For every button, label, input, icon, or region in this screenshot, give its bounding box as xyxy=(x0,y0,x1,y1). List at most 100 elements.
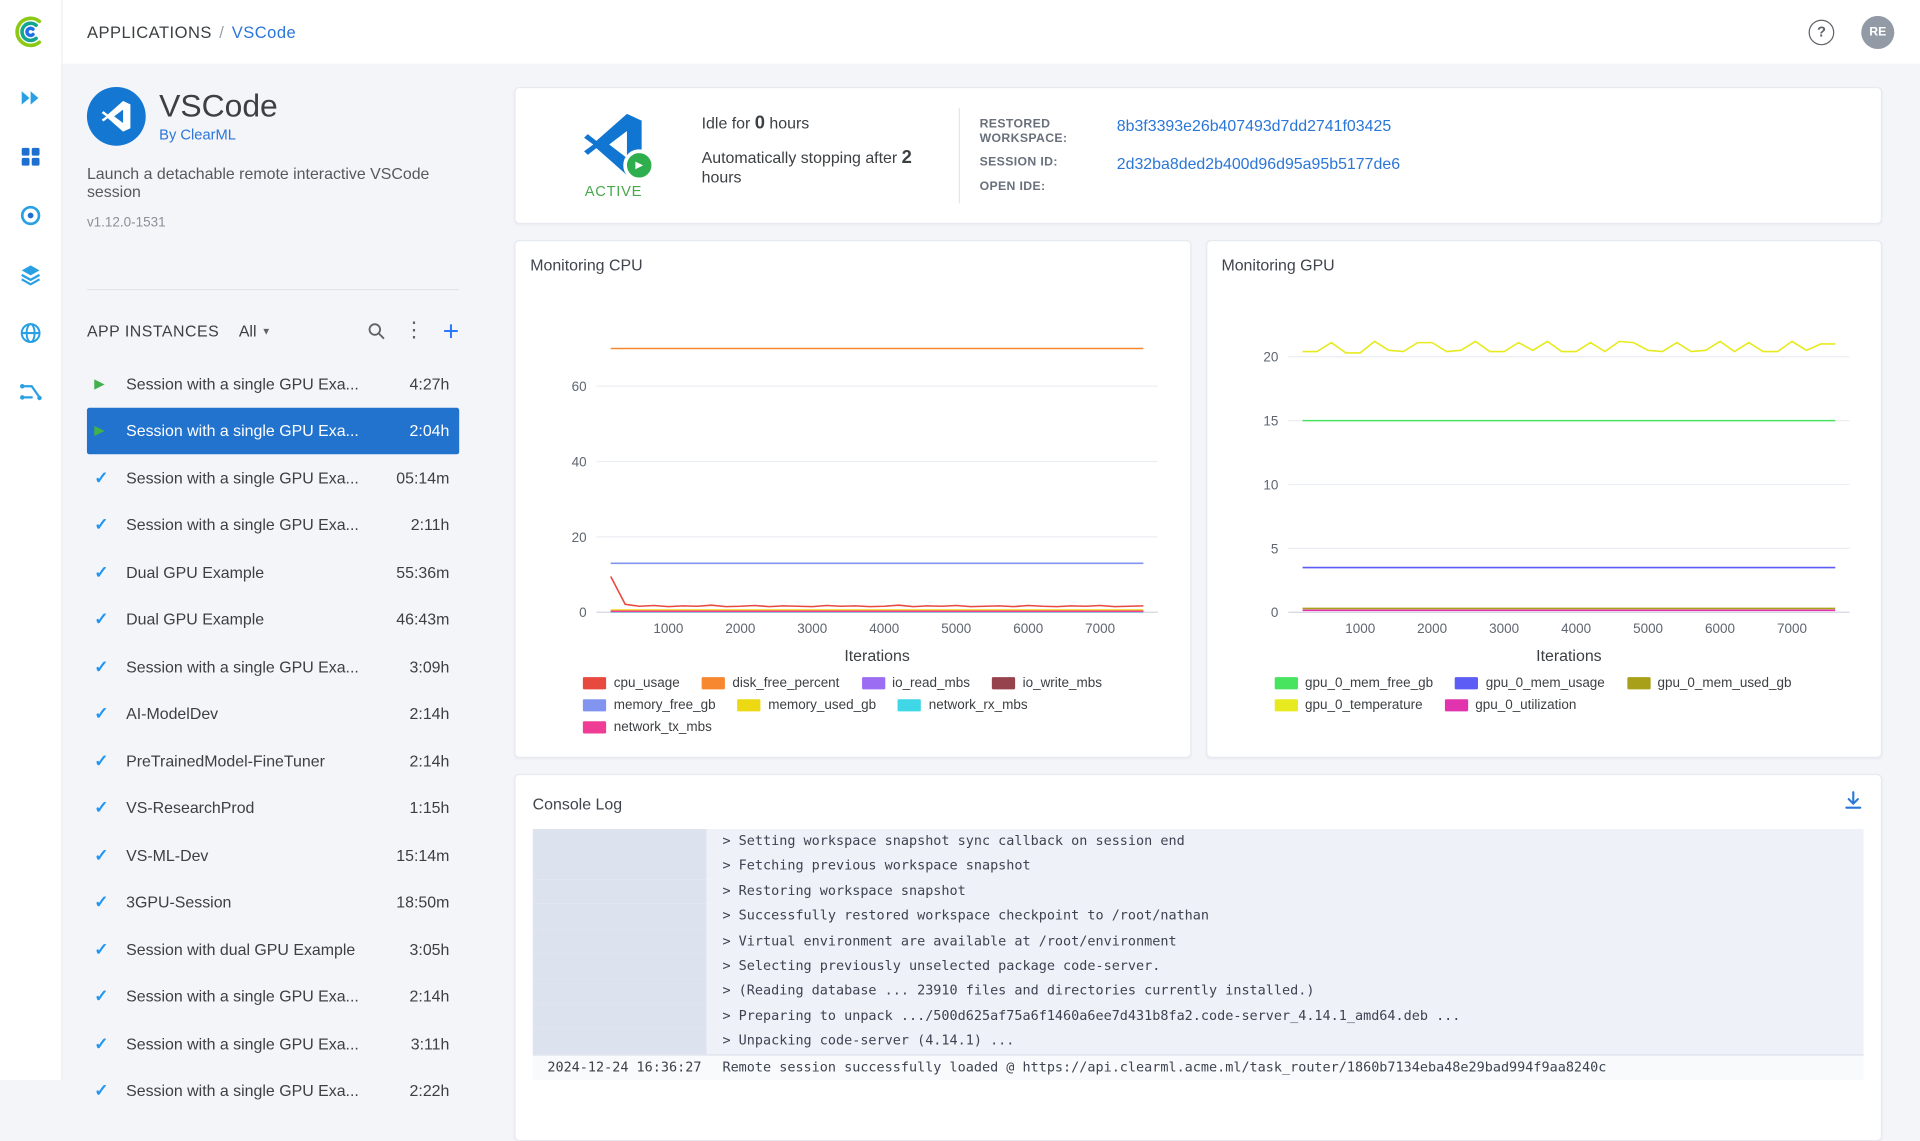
search-icon[interactable] xyxy=(367,321,385,339)
workers-queues-icon[interactable] xyxy=(16,83,45,112)
list-item[interactable]: ✓ Session with a single GPU Exa... 3:09h xyxy=(87,643,459,690)
console-line: > Restoring workspace snapshot xyxy=(532,878,1864,904)
instances-toolbar: ⋮ + xyxy=(367,317,459,345)
legend-label: gpu_0_temperature xyxy=(1305,697,1423,713)
console-line: > Virtual environment are available at /… xyxy=(532,928,1864,954)
datasets-icon[interactable] xyxy=(16,260,45,289)
svg-text:4000: 4000 xyxy=(1561,621,1591,636)
gpu-chart-canvas[interactable]: 0 5 10 15 20 1000 2000 3000 4000 5000 6000 7000 Iter… xyxy=(1219,291,1869,668)
dashboard-icon[interactable] xyxy=(16,142,45,171)
legend-item[interactable]: gpu_0_temperature xyxy=(1274,697,1423,713)
svg-text:1000: 1000 xyxy=(1345,621,1375,636)
console-line: > Preparing to unpack .../500d625af75a6f… xyxy=(532,1003,1864,1029)
list-item[interactable]: ✓ Session with a single GPU Exa... 2:14h xyxy=(87,973,459,1020)
panel-divider xyxy=(86,288,460,291)
app-description: Launch a detachable remote interactive V… xyxy=(86,164,430,201)
svg-text:10: 10 xyxy=(1263,477,1278,492)
svg-text:6000: 6000 xyxy=(1013,621,1043,636)
instances-filter-dropdown[interactable]: All ▼ xyxy=(239,321,271,339)
running-badge-icon: ▶ xyxy=(623,148,656,181)
legend-label: gpu_0_mem_usage xyxy=(1485,675,1605,691)
legend-item[interactable]: memory_used_gb xyxy=(737,698,876,713)
breadcrumb-applications-link[interactable]: APPLICATIONS xyxy=(87,23,212,41)
instance-duration: 3:05h xyxy=(409,940,450,959)
completed-status-icon: ✓ xyxy=(94,514,109,535)
console-line: > Unpacking code-server (4.14.1) ... xyxy=(532,1028,1864,1054)
list-item[interactable]: ▶ Session with a single GPU Exa... 2:04h xyxy=(86,407,460,455)
field-value-link[interactable]: 8b3f3393e26b407493d7dd2741f03425 xyxy=(1117,117,1391,133)
list-item[interactable]: ✓ VS-ML-Dev 15:14m xyxy=(87,831,459,878)
instance-name: PreTrainedModel-FineTuner xyxy=(126,751,325,770)
add-instance-button[interactable]: + xyxy=(443,317,459,345)
console-gutter xyxy=(532,1003,707,1029)
list-item[interactable]: ✓ Dual GPU Example 46:43m xyxy=(87,596,459,643)
legend-item[interactable]: gpu_0_mem_usage xyxy=(1455,676,1605,691)
legend-label: disk_free_percent xyxy=(732,675,840,691)
vscode-app-logo xyxy=(86,86,146,146)
field-value-link[interactable]: 2d32ba8ded2b400d96d95a95b5177de6 xyxy=(1117,155,1400,171)
list-item[interactable]: ✓ Session with a single GPU Exa... 2:22h xyxy=(87,1067,459,1114)
completed-status-icon: ✓ xyxy=(94,797,109,818)
download-log-icon[interactable] xyxy=(1843,790,1864,817)
legend-item[interactable]: gpu_0_utilization xyxy=(1444,698,1576,713)
cpu-chart-card: Monitoring CPU 0 20 40 60 1000 2000 3000 4000 50… xyxy=(514,240,1191,758)
svg-text:1000: 1000 xyxy=(653,621,683,636)
list-item[interactable]: ✓ Session with a single GPU Exa... 3:11h xyxy=(87,1020,459,1067)
console-gutter xyxy=(532,853,707,879)
autostop-hours-value: 2 xyxy=(901,146,912,168)
instance-duration: 2:11h xyxy=(410,515,450,535)
console-body[interactable]: > Setting workspace snapshot sync callba… xyxy=(532,828,1864,1125)
console-message: Remote session successfully loaded @ htt… xyxy=(706,1053,1864,1081)
legend-label: network_rx_mbs xyxy=(928,697,1028,713)
legend-item[interactable]: io_read_mbs xyxy=(861,676,970,691)
legend-item[interactable]: memory_free_gb xyxy=(583,698,716,713)
list-item[interactable]: ✓ VS-ResearchProd 1:15h xyxy=(87,784,459,831)
instance-list: ▶ Session with a single GPU Exa... 4:27h ▶ S… xyxy=(86,360,460,1114)
list-item[interactable]: ✓ 3GPU-Session 18:50m xyxy=(87,879,459,926)
instance-duration: 18:50m xyxy=(396,892,450,912)
list-item[interactable]: ✓ AI-ModelDev 2:14h xyxy=(87,690,459,737)
legend-swatch xyxy=(1444,699,1468,712)
svg-text:4000: 4000 xyxy=(869,621,899,636)
pipelines-icon[interactable] xyxy=(16,377,45,406)
instance-duration: 15:14m xyxy=(396,845,450,865)
console-log-card: Console Log > Setting workspace snapshot… xyxy=(514,773,1883,1141)
svg-text:5000: 5000 xyxy=(1632,621,1662,636)
legend-item[interactable]: network_rx_mbs xyxy=(898,697,1028,713)
clearml-logo[interactable] xyxy=(13,15,47,49)
svg-text:60: 60 xyxy=(572,379,587,394)
console-line: 2024-12-24 16:36:27 Remote session succes… xyxy=(532,1053,1864,1081)
list-item[interactable]: ✓ Session with a single GPU Exa... 05:14m xyxy=(87,454,459,501)
console-message: > (Reading database ... 23910 files and … xyxy=(706,978,1864,1004)
svg-text:Iterations: Iterations xyxy=(844,648,910,665)
instance-duration: 46:43m xyxy=(396,610,450,629)
list-item[interactable]: ▶ Session with a single GPU Exa... 4:27h xyxy=(87,360,459,407)
list-item[interactable]: ✓ Session with a single GPU Exa... 2:11h xyxy=(87,501,459,548)
help-icon[interactable]: ? xyxy=(1808,18,1835,45)
list-item[interactable]: ✓ Session with dual GPU Example 3:05h xyxy=(87,926,459,973)
avatar[interactable]: RE xyxy=(1861,15,1895,49)
legend-item[interactable]: io_write_mbs xyxy=(991,676,1102,691)
list-item[interactable]: ✓ PreTrainedModel-FineTuner 2:14h xyxy=(87,737,459,784)
instance-name: Session with a single GPU Exa... xyxy=(126,421,359,440)
legend-item[interactable]: network_tx_mbs xyxy=(583,720,712,735)
legend-item[interactable]: cpu_usage xyxy=(583,676,680,691)
more-options-icon[interactable]: ⋮ xyxy=(404,320,425,341)
field-label: SESSION ID: xyxy=(979,154,1058,169)
cpu-chart-canvas[interactable]: 0 20 40 60 1000 2000 3000 4000 5000 6000 7000 Itera… xyxy=(528,291,1178,668)
byline-link[interactable]: By ClearML xyxy=(159,126,278,143)
reports-globe-icon[interactable] xyxy=(16,318,45,347)
list-item[interactable]: ✓ Dual GPU Example 55:36m xyxy=(87,549,459,596)
legend-label: network_tx_mbs xyxy=(613,720,712,735)
legend-item[interactable]: gpu_0_mem_used_gb xyxy=(1626,676,1792,691)
legend-item[interactable]: disk_free_percent xyxy=(701,675,840,691)
legend-item[interactable]: gpu_0_mem_free_gb xyxy=(1274,676,1433,691)
chevron-down-icon: ▼ xyxy=(261,325,272,337)
applications-icon[interactable] xyxy=(16,201,45,230)
instance-duration: 3:11h xyxy=(410,1034,450,1053)
svg-text:7000: 7000 xyxy=(1085,621,1115,636)
svg-text:15: 15 xyxy=(1263,413,1278,428)
breadcrumb-vscode-link[interactable]: VSCode xyxy=(232,23,297,41)
legend-swatch xyxy=(1274,677,1298,690)
idle-hours-value: 0 xyxy=(754,112,765,133)
